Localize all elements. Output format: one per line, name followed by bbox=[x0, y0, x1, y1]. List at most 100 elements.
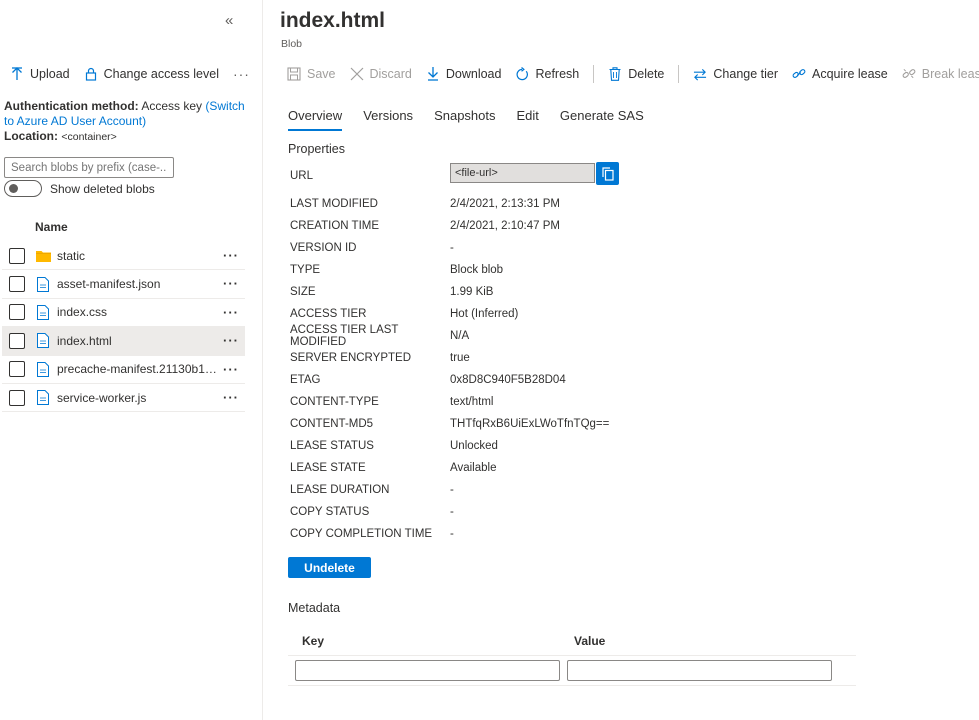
row-more-button[interactable]: ··· bbox=[223, 305, 239, 320]
property-key: CONTENT-MD5 bbox=[290, 418, 374, 430]
more-actions-button[interactable]: ··· bbox=[233, 66, 250, 82]
save-icon bbox=[287, 67, 301, 81]
url-field[interactable] bbox=[450, 163, 595, 183]
refresh-label: Refresh bbox=[535, 67, 580, 81]
row-checkbox[interactable] bbox=[9, 389, 25, 406]
acquire-lease-button[interactable]: Acquire lease bbox=[792, 67, 888, 81]
property-key: COPY STATUS bbox=[290, 506, 370, 518]
property-key: LEASE DURATION bbox=[290, 484, 390, 496]
name-column-header[interactable]: Name bbox=[35, 220, 68, 234]
property-row: LEASE STATE Available bbox=[290, 457, 640, 479]
metadata-value-input[interactable] bbox=[567, 660, 832, 681]
property-row: COPY STATUS - bbox=[290, 501, 640, 523]
tab-snapshots[interactable]: Snapshots bbox=[434, 108, 495, 131]
property-value: Available bbox=[450, 462, 497, 474]
blob-list-pane: « Upload Change access level ··· Authent… bbox=[0, 0, 262, 720]
property-key: TYPE bbox=[290, 264, 321, 276]
property-value: - bbox=[450, 242, 454, 254]
refresh-button[interactable]: Refresh bbox=[515, 66, 580, 81]
break-lease-button[interactable]: Break lease bbox=[902, 67, 979, 81]
copy-icon bbox=[601, 166, 614, 181]
row-more-button[interactable]: ··· bbox=[223, 248, 239, 263]
file-icon bbox=[35, 333, 51, 349]
row-more-button[interactable]: ··· bbox=[223, 390, 239, 405]
property-row: COPY COMPLETION TIME - bbox=[290, 523, 640, 545]
property-value: Unlocked bbox=[450, 440, 498, 452]
property-row: LEASE STATUS Unlocked bbox=[290, 435, 640, 457]
property-key: COPY COMPLETION TIME bbox=[290, 528, 433, 540]
change-access-level-button[interactable]: Change access level bbox=[84, 67, 219, 81]
list-item[interactable]: index.css ··· bbox=[2, 299, 245, 328]
command-separator bbox=[678, 65, 680, 83]
blob-search-input[interactable] bbox=[4, 157, 174, 178]
auth-method-value: Access key bbox=[141, 99, 203, 113]
property-row: VERSION ID - bbox=[290, 237, 640, 259]
tab-overview[interactable]: Overview bbox=[288, 108, 343, 131]
collapse-pane-button[interactable]: « bbox=[225, 12, 233, 29]
property-key: ACCESS TIER bbox=[290, 308, 367, 320]
delete-label: Delete bbox=[628, 67, 665, 81]
row-checkbox[interactable] bbox=[9, 247, 25, 264]
property-key: ACCESS TIER LAST MODIFIED bbox=[290, 324, 399, 348]
metadata-header-row: Key Value bbox=[288, 626, 856, 656]
discard-button[interactable]: Discard bbox=[350, 67, 412, 81]
close-icon bbox=[350, 67, 364, 81]
list-item-selected[interactable]: index.html ··· bbox=[2, 327, 245, 356]
row-more-button[interactable]: ··· bbox=[223, 276, 239, 291]
property-value: - bbox=[450, 484, 454, 496]
metadata-heading: Metadata bbox=[288, 601, 341, 615]
property-value: 1.99 KiB bbox=[450, 286, 494, 298]
download-icon bbox=[426, 67, 440, 81]
delete-button[interactable]: Delete bbox=[608, 67, 664, 81]
row-checkbox[interactable] bbox=[9, 361, 25, 378]
metadata-key-input[interactable] bbox=[295, 660, 560, 681]
refresh-icon bbox=[515, 66, 529, 81]
property-row: CONTENT-MD5 THTfqRxB6UiExLWoTfnTQg== bbox=[290, 413, 640, 435]
change-access-level-label: Change access level bbox=[103, 67, 219, 81]
property-row: ACCESS TIER Hot (Inferred) bbox=[290, 303, 640, 325]
save-label: Save bbox=[307, 67, 336, 81]
value-column-header: Value bbox=[574, 634, 606, 648]
discard-label: Discard bbox=[369, 67, 412, 81]
copy-url-button[interactable] bbox=[596, 162, 619, 185]
detail-tabs: Overview Versions Snapshots Edit Generat… bbox=[288, 108, 644, 131]
upload-button[interactable]: Upload bbox=[10, 67, 70, 81]
list-item[interactable]: static ··· bbox=[2, 242, 245, 271]
show-deleted-label: Show deleted blobs bbox=[50, 181, 155, 196]
row-checkbox[interactable] bbox=[9, 304, 25, 321]
left-toolbar: Upload Change access level ··· bbox=[10, 66, 250, 82]
file-icon bbox=[35, 390, 51, 406]
property-key: CREATION TIME bbox=[290, 220, 380, 232]
folder-icon bbox=[35, 248, 51, 264]
property-key: VERSION ID bbox=[290, 242, 357, 254]
row-more-button[interactable]: ··· bbox=[223, 362, 239, 377]
tab-generate-sas[interactable]: Generate SAS bbox=[560, 108, 644, 131]
auth-method-label: Authentication method: bbox=[4, 99, 139, 113]
property-key: SERVER ENCRYPTED bbox=[290, 352, 411, 364]
row-checkbox[interactable] bbox=[9, 276, 25, 293]
link-icon bbox=[792, 67, 806, 81]
property-value: text/html bbox=[450, 396, 494, 408]
row-more-button[interactable]: ··· bbox=[223, 333, 239, 348]
list-item[interactable]: precache-manifest.21130b1e1... ··· bbox=[2, 356, 245, 384]
show-deleted-toggle[interactable] bbox=[4, 180, 42, 197]
download-button[interactable]: Download bbox=[426, 67, 501, 81]
property-row: CONTENT-TYPE text/html bbox=[290, 391, 640, 413]
list-item[interactable]: asset-manifest.json ··· bbox=[2, 270, 245, 299]
list-item-name: index.css bbox=[57, 305, 108, 320]
location-value: <container> bbox=[61, 131, 117, 143]
tab-versions[interactable]: Versions bbox=[363, 108, 413, 131]
property-value: 2/4/2021, 2:10:47 PM bbox=[450, 220, 560, 232]
row-checkbox[interactable] bbox=[9, 332, 25, 349]
save-button[interactable]: Save bbox=[287, 67, 336, 81]
property-row: LAST MODIFIED 2/4/2021, 2:13:31 PM bbox=[290, 193, 640, 215]
metadata-row bbox=[288, 656, 856, 686]
change-tier-button[interactable]: Change tier bbox=[693, 67, 778, 81]
property-key: URL bbox=[290, 170, 314, 182]
tab-edit[interactable]: Edit bbox=[517, 108, 539, 131]
property-row: CREATION TIME 2/4/2021, 2:10:47 PM bbox=[290, 215, 640, 237]
undelete-button[interactable]: Undelete bbox=[288, 557, 371, 578]
property-value: - bbox=[450, 506, 454, 518]
property-value: N/A bbox=[450, 330, 470, 342]
list-item[interactable]: service-worker.js ··· bbox=[2, 384, 245, 413]
